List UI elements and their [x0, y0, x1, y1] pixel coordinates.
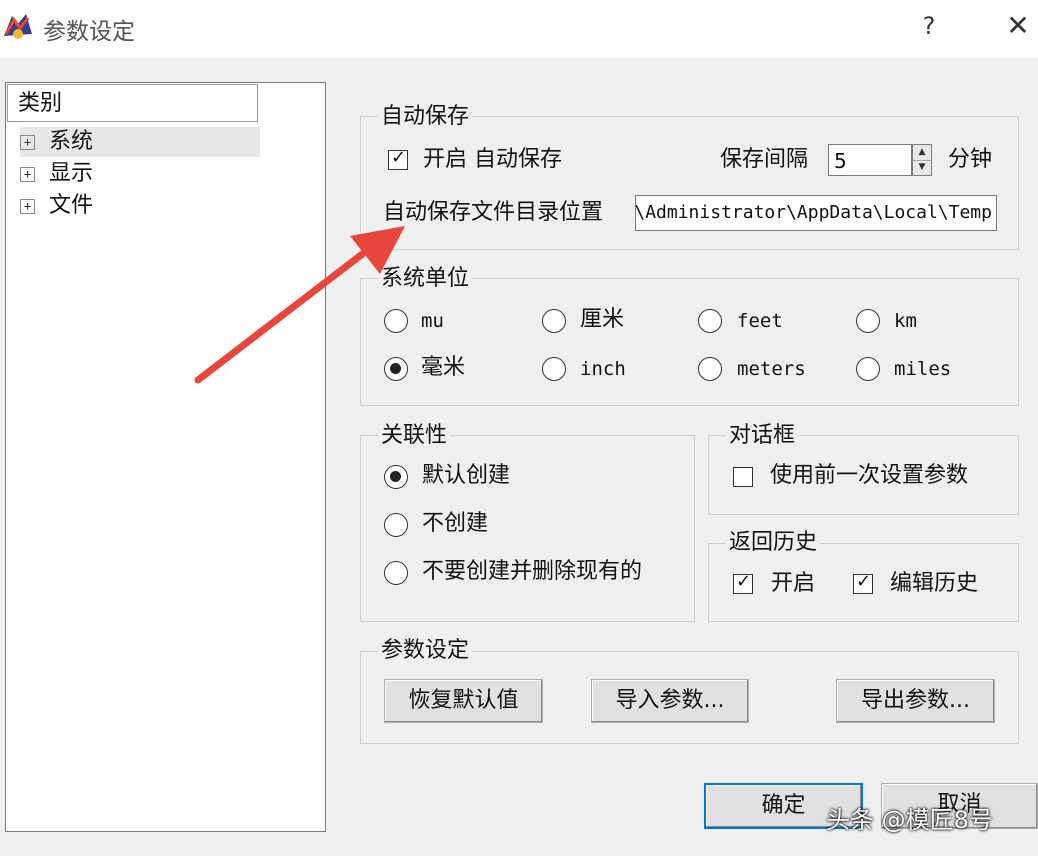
- help-button[interactable]: ?: [914, 10, 944, 42]
- interval-unit: 分钟: [948, 147, 993, 172]
- spin-down-icon[interactable]: ▼: [913, 160, 931, 175]
- unit-radio-feet[interactable]: [698, 309, 722, 333]
- import-params-button[interactable]: 导入参数...: [591, 679, 749, 723]
- unit-label-km: km: [894, 310, 917, 332]
- interval-input[interactable]: 5: [828, 144, 912, 176]
- unit-radio-inch[interactable]: [542, 357, 566, 381]
- association-label-delete: 不要创建并删除现有的: [422, 559, 643, 584]
- window-title: 参数设定: [43, 19, 135, 45]
- units-group: [360, 278, 1019, 406]
- autosave-dir-input[interactable]: C:\Users\Administrator\AppData\Local\Tem…: [635, 195, 997, 231]
- export-params-button[interactable]: 导出参数...: [836, 679, 995, 723]
- interval-label: 保存间隔: [720, 147, 809, 172]
- expand-icon[interactable]: +: [20, 198, 35, 214]
- check-icon: ✓: [856, 571, 872, 592]
- association-group-title: 关联性: [378, 423, 451, 449]
- category-header: 类别: [7, 84, 258, 122]
- history-enable-checkbox[interactable]: ✓: [733, 571, 753, 594]
- history-enable-label: 开启: [771, 571, 816, 596]
- annotation-arrow-icon: [194, 226, 405, 384]
- unit-label-cm: 厘米: [580, 307, 625, 332]
- expand-icon[interactable]: +: [20, 166, 35, 182]
- unit-label-mu: mu: [421, 310, 444, 332]
- association-label-default: 默认创建: [422, 463, 511, 488]
- edit-history-label: 编辑历史: [890, 571, 979, 596]
- radio-selected-dot: [390, 471, 401, 482]
- tree-item-file[interactable]: + 文件: [20, 191, 93, 221]
- autosave-group-title: 自动保存: [378, 104, 473, 130]
- app-logo-icon: [4, 14, 32, 39]
- autosave-dir-value: C:\Users\Administrator\AppData\Local\Tem…: [635, 202, 992, 223]
- unit-label-inch: inch: [580, 358, 626, 380]
- use-previous-checkbox[interactable]: [733, 467, 753, 487]
- tree-item-label: 显示: [49, 161, 94, 186]
- check-icon: ✓: [391, 147, 407, 168]
- association-radio-delete[interactable]: [384, 561, 408, 585]
- watermark: 头条 @模匠8号: [826, 806, 993, 834]
- unit-label-mm: 毫米: [421, 355, 466, 380]
- unit-radio-miles[interactable]: [856, 357, 880, 381]
- unit-radio-km[interactable]: [856, 309, 880, 333]
- association-radio-default[interactable]: [384, 465, 408, 489]
- check-icon: ✓: [736, 571, 752, 592]
- close-icon[interactable]: ✕: [1002, 10, 1034, 42]
- history-group-title: 返回历史: [726, 530, 821, 556]
- tree-item-label: 文件: [49, 193, 94, 218]
- edit-history-checkbox[interactable]: ✓: [853, 571, 873, 594]
- restore-defaults-button[interactable]: 恢复默认值: [384, 679, 543, 723]
- unit-radio-meters[interactable]: [698, 357, 722, 381]
- tree-item-system[interactable]: + 系统: [20, 127, 260, 157]
- unit-label-miles: miles: [894, 358, 952, 380]
- interval-spinner[interactable]: ▲ ▼: [912, 144, 932, 176]
- params-group-title: 参数设定: [378, 638, 473, 664]
- title-bar: [0, 0, 1038, 58]
- autosave-enable-label: 开启 自动保存: [423, 147, 562, 172]
- tree-item-label: 系统: [49, 129, 94, 154]
- spin-up-icon[interactable]: ▲: [913, 145, 931, 161]
- unit-label-meters: meters: [737, 358, 806, 380]
- autosave-dir-label: 自动保存文件目录位置: [383, 200, 604, 225]
- association-radio-none[interactable]: [384, 513, 408, 537]
- expand-icon[interactable]: +: [20, 134, 35, 150]
- unit-label-feet: feet: [737, 310, 783, 332]
- tree-item-display[interactable]: + 显示: [20, 159, 93, 189]
- category-tree[interactable]: 类别 + 系统 + 显示 + 文件: [5, 82, 326, 832]
- dialog-group-title: 对话框: [726, 423, 799, 449]
- association-label-none: 不创建: [422, 511, 489, 536]
- use-previous-label: 使用前一次设置参数: [770, 463, 969, 488]
- association-group: [360, 435, 695, 622]
- autosave-enable-checkbox[interactable]: ✓: [388, 147, 408, 170]
- unit-radio-cm[interactable]: [542, 309, 566, 333]
